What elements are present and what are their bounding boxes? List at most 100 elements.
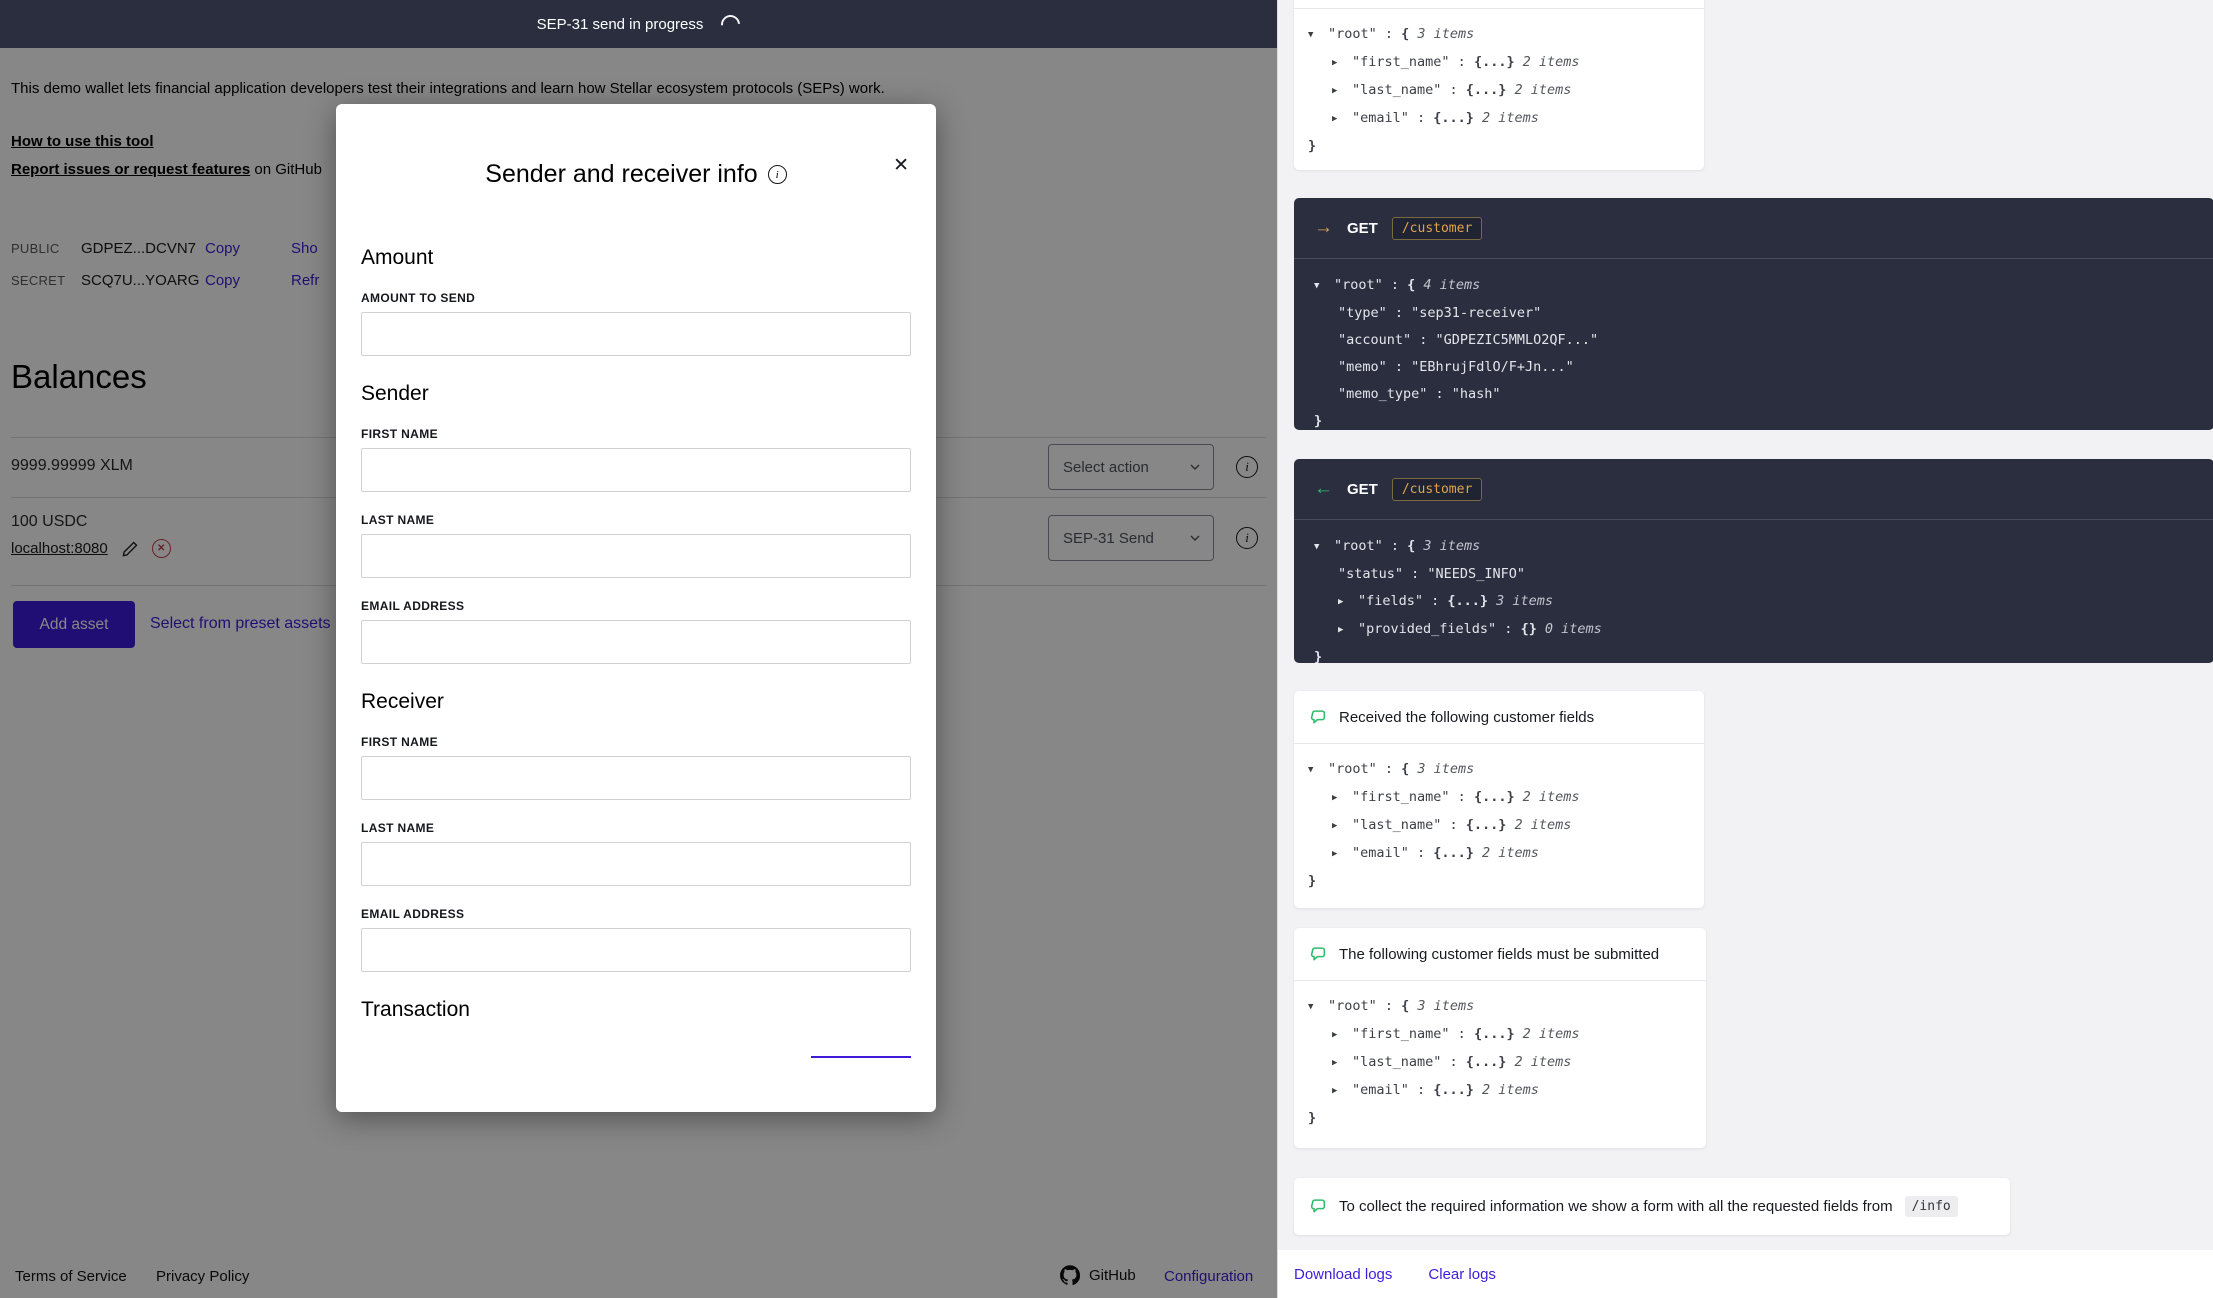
json-close-brace: } [1308, 138, 1316, 154]
info-icon[interactable]: i [768, 165, 787, 184]
json-item-count: 2 items [1482, 845, 1539, 861]
json-tree-line[interactable]: ▶"provided_fields" : {}0 items [1314, 616, 2194, 644]
message-header: The following customer fields must be su… [1294, 928, 1706, 981]
json-tree-line[interactable]: ▼"root" : {3 items [1308, 993, 1692, 1021]
caret-right-icon[interactable]: ▶ [1332, 1050, 1352, 1077]
info-endpoint-chip: /info [1905, 1196, 1958, 1217]
json-close-line: } [1308, 1105, 1692, 1132]
caret-right-icon[interactable]: ▶ [1332, 50, 1352, 77]
receiver-email-input[interactable] [361, 928, 911, 972]
caret-down-icon[interactable]: ▼ [1308, 22, 1328, 49]
sender-email-label: EMAIL ADDRESS [361, 599, 911, 613]
json-close-line: } [1308, 133, 1690, 160]
receiver-last-name-input[interactable] [361, 842, 911, 886]
request-method: GET [1347, 481, 1378, 498]
json-token: : [1409, 110, 1433, 126]
log-card-header-cut [1294, 0, 1704, 9]
clear-logs-link[interactable]: Clear logs [1428, 1266, 1496, 1283]
download-logs-link[interactable]: Download logs [1294, 1266, 1392, 1283]
json-token: : [1450, 54, 1474, 70]
json-tree-line[interactable]: ▶"email" : {...}2 items [1308, 105, 1690, 133]
json-item-count: 3 items [1417, 761, 1474, 777]
json-tree-line[interactable]: ▶"email" : {...}2 items [1308, 1077, 1692, 1105]
json-tree-line[interactable]: ▼"root" : {3 items [1308, 21, 1690, 49]
caret-right-icon[interactable]: ▶ [1332, 106, 1352, 133]
json-brace: {...} [1474, 789, 1515, 805]
loading-spinner-icon [717, 11, 744, 38]
json-tree-line[interactable]: ▶"last_name" : {...}2 items [1308, 77, 1690, 105]
json-tree-line[interactable]: ▼"root" : {4 items [1314, 272, 2194, 300]
json-token: : [1441, 82, 1465, 98]
json-key: "email" [1352, 110, 1409, 126]
caret-right-icon[interactable]: ▶ [1332, 841, 1352, 868]
close-icon[interactable]: ✕ [889, 150, 913, 181]
caret-down-icon[interactable]: ▼ [1314, 534, 1334, 561]
sender-last-name-input[interactable] [361, 534, 911, 578]
log-panel: ▼"root" : {3 items▶"first_name" : {...}2… [1277, 0, 2213, 1298]
sender-last-name-label: LAST NAME [361, 513, 911, 527]
caret-right-icon[interactable]: ▶ [1332, 785, 1352, 812]
json-value: "hash" [1452, 386, 1501, 402]
message-icon [1310, 709, 1327, 726]
json-item-count: 3 items [1417, 26, 1474, 42]
amount-input[interactable] [361, 312, 911, 356]
json-tree-line[interactable]: ▶"first_name" : {...}2 items [1308, 49, 1690, 77]
json-key: "account" [1338, 332, 1411, 348]
caret-right-icon[interactable]: ▶ [1338, 589, 1358, 616]
json-item-count: 0 items [1545, 621, 1602, 637]
json-key: "root" [1328, 761, 1377, 777]
json-brace: { [1401, 26, 1409, 42]
sender-section-heading: Sender [361, 382, 911, 406]
json-key: "memo" [1338, 359, 1387, 375]
json-key: "last_name" [1352, 817, 1441, 833]
json-tree-line: "memo_type" : "hash" [1314, 381, 2194, 408]
json-key: "root" [1328, 998, 1377, 1014]
caret-right-icon[interactable]: ▶ [1332, 1078, 1352, 1105]
json-tree-line[interactable]: ▶"fields" : {...}3 items [1314, 588, 2194, 616]
json-tree-line[interactable]: ▶"first_name" : {...}2 items [1308, 784, 1690, 812]
json-tree-line[interactable]: ▼"root" : {3 items [1308, 756, 1690, 784]
json-key: "root" [1334, 538, 1383, 554]
json-tree-line[interactable]: ▶"email" : {...}2 items [1308, 840, 1690, 868]
json-key: "status" [1338, 566, 1403, 582]
message-text: The following customer fields must be su… [1339, 946, 1659, 963]
json-key: "type" [1338, 305, 1387, 321]
json-brace: {} [1521, 621, 1537, 637]
caret-right-icon[interactable]: ▶ [1332, 813, 1352, 840]
request-header: → GET /customer [1294, 198, 2213, 259]
log-card-message-inline: To collect the required information we s… [1294, 1178, 2010, 1235]
caret-down-icon[interactable]: ▼ [1308, 994, 1328, 1021]
caret-down-icon[interactable]: ▼ [1308, 757, 1328, 784]
sender-first-name-input[interactable] [361, 448, 911, 492]
json-value: "sep31-receiver" [1411, 305, 1541, 321]
amount-field-label: AMOUNT TO SEND [361, 291, 911, 305]
json-key: "provided_fields" [1358, 621, 1496, 637]
caret-right-icon[interactable]: ▶ [1332, 78, 1352, 105]
caret-right-icon[interactable]: ▶ [1338, 617, 1358, 644]
json-item-count: 3 items [1417, 998, 1474, 1014]
json-item-count: 3 items [1496, 593, 1553, 609]
message-icon [1310, 1198, 1327, 1215]
request-method: GET [1347, 220, 1378, 237]
caret-down-icon[interactable]: ▼ [1314, 273, 1334, 300]
json-item-count: 2 items [1482, 110, 1539, 126]
json-key: "fields" [1358, 593, 1423, 609]
json-tree-line[interactable]: ▶"last_name" : {...}2 items [1308, 812, 1690, 840]
json-close-line: } [1308, 868, 1690, 895]
json-item-count: 4 items [1423, 277, 1480, 293]
sender-first-name-label: FIRST NAME [361, 427, 911, 441]
caret-right-icon[interactable]: ▶ [1332, 1022, 1352, 1049]
json-tree-line[interactable]: ▶"first_name" : {...}2 items [1308, 1021, 1692, 1049]
json-tree-line[interactable]: ▶"last_name" : {...}2 items [1308, 1049, 1692, 1077]
json-tree-line: "status" : "NEEDS_INFO" [1314, 561, 2194, 588]
log-card-message: The following customer fields must be su… [1294, 928, 1706, 1148]
progress-toast-title: SEP-31 send in progress [537, 16, 704, 33]
modal-title: Sender and receiver info i [361, 160, 911, 189]
log-card-message: Received the following customer fields ▼… [1294, 691, 1704, 908]
json-tree-line[interactable]: ▼"root" : {3 items [1314, 533, 2194, 561]
receiver-first-name-input[interactable] [361, 756, 911, 800]
json-token: : [1377, 26, 1401, 42]
json-brace: {...} [1466, 82, 1507, 98]
sender-email-input[interactable] [361, 620, 911, 664]
json-item-count: 3 items [1423, 538, 1480, 554]
